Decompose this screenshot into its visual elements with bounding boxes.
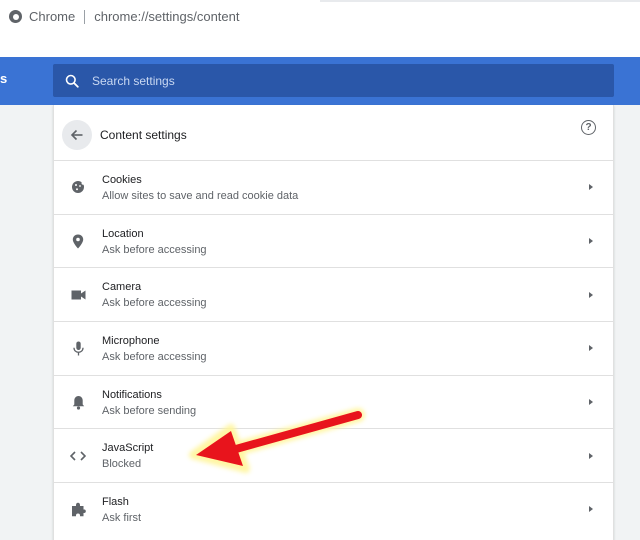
row-title: Microphone [102, 335, 160, 348]
bell-icon [70, 394, 86, 410]
camera-icon [70, 287, 86, 303]
chevron-right-icon [589, 238, 593, 245]
row-title: Cookies [102, 174, 142, 186]
address-bar: Chrome chrome://settings/content [0, 0, 640, 33]
row-subtitle: Ask before accessing [102, 351, 207, 364]
separator [84, 9, 86, 24]
chevron-right-icon [589, 345, 593, 352]
help-icon[interactable]: ? [581, 120, 596, 135]
chevron-right-icon [589, 452, 593, 459]
row-microphone[interactable]: Microphone Ask before accessing [54, 321, 613, 375]
row-title: JavaScript [102, 442, 154, 455]
page-title: Content settings [100, 127, 187, 142]
row-subtitle: Ask before sending [102, 404, 197, 417]
chevron-right-icon [589, 184, 593, 191]
spacer [0, 33, 640, 57]
browser-label: Chrome [29, 9, 76, 24]
settings-toolbar: s Search settings [0, 57, 640, 105]
url-text[interactable]: chrome://settings/content [94, 9, 239, 24]
row-subtitle: Ask before accessing [102, 243, 207, 256]
row-location[interactable]: Location Ask before accessing [54, 213, 613, 268]
chevron-right-icon [589, 506, 593, 513]
row-flash[interactable]: Flash Ask first [54, 482, 613, 536]
chevron-right-icon [589, 399, 593, 406]
puzzle-icon [70, 501, 86, 517]
settings-heading: s [0, 71, 8, 86]
row-subtitle: Blocked [102, 458, 142, 471]
row-javascript[interactable]: JavaScript Blocked [54, 428, 613, 482]
divider [320, 0, 640, 2]
microphone-icon [70, 340, 86, 356]
back-button[interactable] [62, 119, 92, 150]
search-placeholder: Search settings [92, 73, 175, 88]
row-subtitle: Ask first [102, 512, 142, 525]
search-settings-input[interactable]: Search settings [53, 64, 614, 97]
row-title: Location [102, 227, 144, 240]
chevron-right-icon [589, 291, 593, 298]
row-subtitle: Ask before accessing [102, 297, 207, 310]
back-arrow-icon [70, 129, 83, 140]
code-icon [70, 448, 86, 464]
card-header: Content settings ? [54, 105, 613, 164]
row-notifications[interactable]: Notifications Ask before sending [54, 374, 613, 429]
search-icon [65, 74, 79, 88]
row-title: Camera [102, 281, 142, 294]
row-title: Flash [102, 496, 129, 509]
cookie-icon [70, 179, 86, 195]
chrome-logo-icon [9, 10, 22, 23]
row-camera[interactable]: Camera Ask before accessing [54, 267, 613, 321]
settings-list: Cookies Allow sites to save and read coo… [54, 160, 613, 536]
content-settings-card: Content settings ? Cookies Allow sites t… [53, 105, 614, 540]
row-title: Notifications [102, 388, 162, 401]
row-cookies[interactable]: Cookies Allow sites to save and read coo… [54, 160, 613, 214]
row-subtitle: Allow sites to save and read cookie data [102, 190, 299, 202]
location-pin-icon [70, 233, 86, 249]
